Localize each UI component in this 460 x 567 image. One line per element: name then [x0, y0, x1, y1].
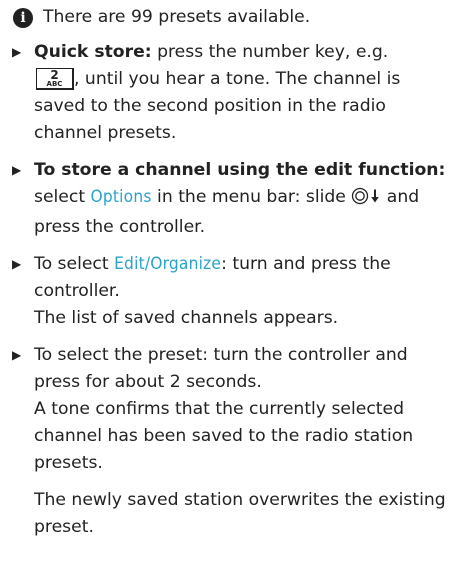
step-body: To select Edit/Organize: turn and press … — [34, 251, 448, 332]
step-quick-store: ▶ Quick store: press the number key, e.g… — [12, 39, 448, 147]
step-text-part: select — [34, 187, 91, 207]
step-text-part: press the number key, e.g. — [151, 42, 389, 62]
step-text-part: To select — [34, 254, 115, 274]
step-body: To store a channel using the edit functi… — [34, 157, 448, 241]
step-text: To select Edit/Organize: turn and press … — [34, 251, 448, 305]
step-bullet-icon: ▶ — [12, 257, 22, 271]
step-text: Quick store: press the number key, e.g. 2… — [34, 39, 448, 147]
step-bullet-icon: ▶ — [12, 348, 22, 362]
info-icon: i — [13, 8, 33, 28]
step-text-part: in the menu bar: slide — [151, 187, 352, 207]
info-text: There are 99 presets available. — [43, 7, 311, 27]
step-bullet-icon: ▶ — [12, 45, 22, 59]
controller-slide-down-icon — [351, 187, 381, 214]
menu-option-edit-organize: Edit/Organize — [114, 254, 222, 274]
menu-option-options: Options — [90, 187, 152, 207]
step-label: Quick store: — [34, 42, 152, 62]
step-bullet-icon: ▶ — [12, 163, 22, 177]
manual-page: i There are 99 presets available. ▶ Quic… — [0, 0, 460, 567]
overwrite-note: The newly saved station overwrites the e… — [34, 490, 446, 537]
step-body: To select the preset: turn the controlle… — [34, 342, 448, 477]
step-result: A tone confirms that the currently selec… — [34, 399, 414, 473]
step-body: Quick store: press the number key, e.g. 2… — [34, 39, 448, 147]
step-text: To select the preset: turn the controlle… — [34, 345, 408, 392]
step-label: To store a channel using the edit functi… — [34, 160, 446, 180]
step-text: To store a channel using the edit functi… — [34, 157, 448, 241]
key-letters: ABC — [46, 80, 63, 88]
number-key-2-icon: 2 ABC — [36, 68, 74, 90]
info-note: i There are 99 presets available. — [12, 4, 448, 31]
step-text-part: , until you hear a tone. The channel is … — [34, 69, 401, 143]
step-select-preset: ▶ To select the preset: turn the control… — [12, 342, 448, 477]
step-edit-function: ▶ To store a channel using the edit func… — [12, 157, 448, 241]
step-result: The list of saved channels appears. — [34, 308, 339, 328]
step-edit-organize: ▶ To select Edit/Organize: turn and pres… — [12, 251, 448, 332]
